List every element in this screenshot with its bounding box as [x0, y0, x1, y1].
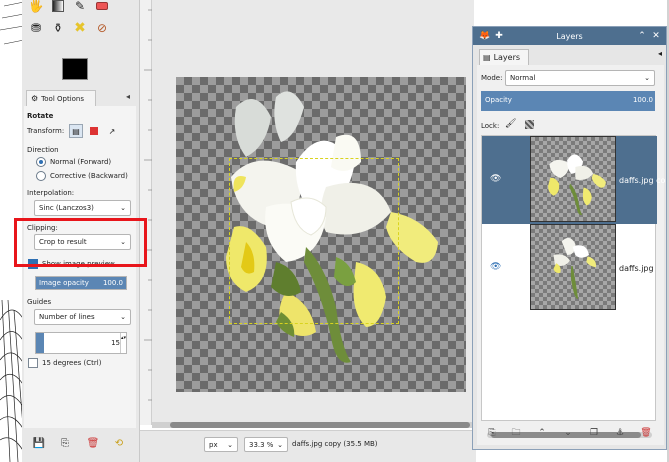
duplicate-layer-icon[interactable]: ❐: [587, 426, 601, 440]
zoom-select[interactable]: 33.3 % ⌄: [244, 437, 288, 452]
dodge-icon[interactable]: ⊘: [94, 20, 110, 36]
gradient-icon[interactable]: [50, 0, 66, 14]
visibility-eye-icon[interactable]: 👁: [490, 174, 502, 184]
image-opacity-label: Image opacity: [39, 279, 89, 287]
layer-row[interactable]: 👁 daffs.jpg: [482, 224, 657, 312]
layer-thumbnail: [530, 136, 616, 222]
status-bar: px ⌄ 33.3 % ⌄ daffs.jpg copy (35.5 MB): [140, 430, 476, 462]
image-opacity-value: 100.0: [102, 279, 123, 287]
clone-icon[interactable]: ⛃: [28, 20, 44, 36]
interpolation-value: Sinc (Lanczos3): [39, 204, 94, 212]
smudge-x-icon[interactable]: ✖: [72, 20, 88, 36]
layers-tab[interactable]: ▤ Layers: [479, 49, 529, 65]
delete-layer-icon[interactable]: 🗑: [639, 426, 653, 440]
new-layer-icon[interactable]: ⎘: [485, 426, 499, 440]
panel-menu-icon[interactable]: ◂: [123, 92, 133, 102]
clipping-highlight-box: [14, 218, 147, 267]
restore-options-icon[interactable]: ⎘: [58, 436, 72, 450]
color-swatches[interactable]: [58, 58, 100, 90]
smudge-icon[interactable]: 🖐: [28, 0, 44, 14]
image-info: daffs.jpg copy (35.5 MB): [292, 440, 378, 448]
unit-select[interactable]: px ⌄: [204, 437, 238, 452]
tool-title: Rotate: [27, 112, 54, 120]
guides-select[interactable]: Number of lines ⌄: [34, 309, 131, 325]
opacity-slider[interactable]: Opacity 100.0: [481, 91, 655, 111]
foreground-color-swatch[interactable]: [62, 58, 88, 80]
panel-menu-icon[interactable]: ◂: [658, 49, 662, 58]
direction-label: Direction: [27, 146, 59, 154]
horizontal-scrollbar[interactable]: [152, 422, 474, 428]
zoom-value: 33.3 %: [249, 440, 274, 449]
layers-bottom-bar: ⎘ 🗀 ⌃ ⌄ ❐ ⚓ 🗑: [477, 426, 664, 446]
layer-row[interactable]: 👁 daffs.jpg co: [482, 136, 665, 224]
tool-options-bottom-bar: 💾 ⎘ 🗑 ⟲: [24, 436, 136, 454]
new-layer-group-icon[interactable]: 🗀: [509, 426, 523, 440]
visibility-eye-icon[interactable]: 👁: [490, 262, 502, 272]
chevron-down-icon: ⌄: [644, 74, 650, 82]
horizontal-scrollbar-thumb[interactable]: [170, 422, 470, 428]
direction-corrective-radio[interactable]: [36, 171, 46, 181]
layers-window-title: Layers: [556, 31, 583, 41]
chevron-down-icon: ⌄: [277, 441, 283, 449]
image-opacity-slider[interactable]: Image opacity 100.0: [35, 276, 127, 290]
save-options-icon[interactable]: 💾: [32, 436, 46, 450]
transform-label: Transform:: [27, 127, 65, 135]
constraint-checkbox[interactable]: [28, 358, 38, 368]
mode-value: Normal: [510, 74, 536, 82]
guides-count-value: 15: [111, 339, 120, 347]
unit-value: px: [209, 440, 218, 449]
raise-layer-icon[interactable]: ⌃: [535, 426, 549, 440]
interpolation-label: Interpolation:: [27, 189, 75, 197]
transform-layer-icon[interactable]: ▤: [69, 124, 83, 138]
direction-corrective-label: Corrective (Backward): [50, 172, 128, 180]
layers-list: 👁 daffs.jpg co 👁 daffs.jpg: [481, 135, 665, 421]
anchor-layer-icon[interactable]: ⚓: [613, 426, 627, 440]
interpolation-select[interactable]: Sinc (Lanczos3) ⌄: [34, 200, 131, 216]
layers-title-bar[interactable]: 🦊 ✚ Layers ⌃ ✕: [473, 27, 666, 45]
transform-path-icon[interactable]: ↗: [105, 124, 119, 138]
paintbrush-icon[interactable]: ✎: [72, 0, 88, 14]
guides-label: Guides: [27, 298, 52, 306]
tool-options-tab[interactable]: ⚙ Tool Options: [26, 90, 96, 106]
opacity-label: Opacity: [485, 96, 512, 104]
chevron-down-icon: ⌄: [120, 313, 126, 321]
reset-options-icon[interactable]: ⟲: [112, 436, 126, 450]
layer-name[interactable]: daffs.jpg: [619, 264, 654, 273]
mode-label: Mode:: [481, 74, 503, 82]
mode-select[interactable]: Normal ⌄: [505, 70, 655, 86]
collapse-icon[interactable]: ⌃: [636, 30, 648, 42]
direction-normal-radio[interactable]: [36, 157, 46, 167]
chevron-down-icon: ⌄: [227, 441, 233, 449]
transform-selection-icon[interactable]: [87, 124, 101, 138]
chevron-down-icon: ⌄: [120, 204, 126, 212]
tool-options-panel: Rotate Transform: ▤ ↗ Direction Normal (…: [24, 106, 136, 428]
opacity-value: 100.0: [632, 96, 653, 104]
pin-icon[interactable]: ✚: [493, 30, 505, 42]
tool-grid: 🖐 ✎ ⛃ ⚱ ✖ ⊘: [22, 0, 140, 62]
guides-value: Number of lines: [39, 313, 95, 321]
guides-count-fill: [36, 333, 44, 353]
layers-tab-icon: ▤: [483, 53, 491, 62]
close-icon[interactable]: ✕: [650, 30, 662, 42]
tool-options-icon: ⚙: [31, 94, 39, 103]
layer-thumbnail: [530, 224, 616, 310]
delete-options-icon[interactable]: 🗑: [86, 436, 100, 450]
gimp-logo-icon: 🦊: [479, 31, 491, 41]
spinner-arrows-icon[interactable]: ▴▾: [120, 333, 126, 353]
direction-normal-label: Normal (Forward): [50, 158, 112, 166]
lock-alpha-icon[interactable]: [525, 120, 534, 129]
layers-dialog: 🦊 ✚ Layers ⌃ ✕ ▤ Layers ◂ Mode: Normal ⌄…: [472, 26, 667, 450]
lock-label: Lock:: [481, 122, 500, 130]
lower-layer-icon[interactable]: ⌄: [561, 426, 575, 440]
guides-count-spinner[interactable]: 15 ▴▾: [35, 332, 127, 354]
transform-preview-outline[interactable]: [229, 158, 399, 324]
eraser-icon[interactable]: [94, 0, 110, 14]
layer-name[interactable]: daffs.jpg co: [619, 176, 665, 185]
lock-pixels-icon[interactable]: 🖌: [505, 119, 516, 129]
vertical-ruler[interactable]: [140, 0, 152, 425]
constraint-label: 15 degrees (Ctrl): [42, 359, 102, 367]
layers-tab-label: Layers: [493, 53, 521, 62]
heal-icon[interactable]: ⚱: [50, 20, 66, 36]
tool-options-tab-label: Tool Options: [41, 94, 85, 103]
